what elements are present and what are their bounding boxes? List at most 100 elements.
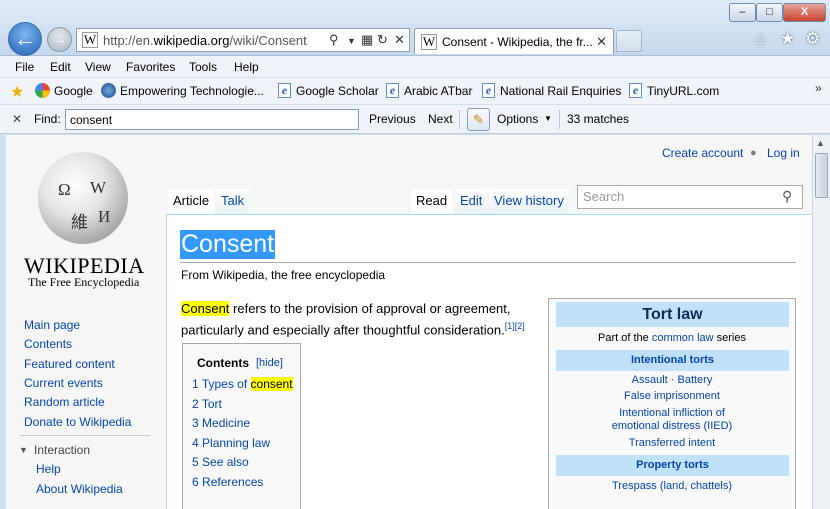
toc-title: Contents — [197, 356, 249, 370]
menu-bar: File Edit View Favorites Tools Help — [0, 56, 830, 78]
close-tab-icon[interactable]: ✕ — [596, 34, 607, 50]
chevron-down-icon[interactable]: ▼ — [19, 445, 28, 455]
find-bar: ✕ Find: Previous Next ✎ Options ▼ 33 mat… — [0, 105, 830, 134]
compatibility-icon[interactable]: ▦ — [361, 32, 373, 48]
infobox-link[interactable]: Assault · Battery — [549, 374, 795, 386]
toc-item[interactable]: 3 Medicine — [192, 416, 250, 430]
stop-icon[interactable]: ✕ — [394, 32, 405, 48]
reference-links[interactable]: [1][2] — [505, 321, 525, 331]
highlight-pen-icon[interactable]: ✎ — [467, 108, 490, 131]
menu-edit[interactable]: Edit — [50, 60, 71, 74]
sidebar-link-donate[interactable]: Donate to Wikipedia — [24, 415, 131, 429]
infobox-link[interactable]: Transferred intent — [549, 437, 795, 449]
back-arrow-icon[interactable]: ← — [8, 22, 42, 56]
menu-tools[interactable]: Tools — [189, 60, 217, 74]
sidebar-link-contents[interactable]: Contents — [24, 337, 72, 351]
close-find-icon[interactable]: ✕ — [12, 112, 22, 126]
menu-file[interactable]: File — [15, 60, 34, 74]
infobox-section-property-torts[interactable]: Property torts — [556, 455, 789, 476]
sidebar-link-current-events[interactable]: Current events — [24, 376, 103, 390]
maximize-button[interactable]: □ — [756, 3, 783, 22]
tab-view-history[interactable]: View history — [489, 189, 569, 215]
refresh-icon[interactable]: ↻ — [377, 32, 388, 48]
toc-item[interactable]: 6 References — [192, 475, 263, 489]
tab-article[interactable]: Article — [168, 189, 215, 215]
chevron-down-icon[interactable]: ▼ — [544, 114, 552, 123]
logo-glyph: W — [90, 178, 107, 197]
address-url[interactable]: http://en.wikipedia.org/wiki/Consent — [103, 33, 307, 48]
minimize-button[interactable]: – — [729, 3, 756, 22]
infobox-part-of: Part of the common law series — [598, 332, 746, 344]
login-link[interactable]: Log in — [767, 146, 800, 160]
dropdown-icon[interactable]: ▼ — [347, 36, 356, 46]
infobox-tort-law: Tort law Part of the common law series I… — [548, 298, 796, 509]
menu-view[interactable]: View — [85, 60, 111, 74]
scrollbar-thumb[interactable] — [815, 153, 828, 198]
infobox-title[interactable]: Tort law — [556, 302, 789, 327]
page-viewport[interactable]: Ω W 維 И WIKIPEDIA The Free Encyclopedia … — [6, 135, 812, 509]
infobox-link[interactable]: emotional distress (IIED) — [549, 420, 795, 432]
new-tab-button[interactable] — [616, 30, 642, 52]
search-highlight: Consent — [181, 301, 230, 316]
toc-item[interactable]: 2 Tort — [192, 397, 222, 411]
find-match-count: 33 matches — [567, 112, 630, 126]
scroll-up-icon[interactable]: ▲ — [816, 138, 825, 148]
wikipedia-globe-logo[interactable]: Ω W 維 И — [38, 152, 128, 244]
tab-edit[interactable]: Edit — [455, 189, 488, 215]
tab-talk[interactable]: Talk — [216, 189, 250, 215]
sidebar-link-main-page[interactable]: Main page — [24, 318, 80, 332]
close-window-button[interactable]: X — [783, 3, 826, 22]
divider — [459, 110, 460, 129]
toc-item[interactable]: 4 Planning law — [192, 436, 270, 450]
toc-item[interactable]: 5 See also — [192, 455, 249, 469]
search-icon[interactable]: ⚲ — [329, 32, 339, 48]
globe-icon — [101, 83, 116, 98]
find-next-button[interactable]: Next — [428, 112, 453, 126]
infobox-link[interactable]: Intentional infliction of — [549, 407, 795, 419]
favorites-star-icon[interactable]: ★ — [780, 29, 795, 49]
favorite-google-scholar[interactable]: Google Scholar — [296, 84, 379, 98]
find-label: Find: — [34, 112, 61, 126]
favorites-bar: ★ Google Empowering Technologie... e Goo… — [0, 78, 830, 105]
find-options-button[interactable]: Options — [497, 112, 538, 126]
toc-item[interactable]: 1 Types of consent — [192, 377, 293, 391]
lead-paragraph-line-2: particularly and especially after though… — [181, 321, 525, 338]
wikipedia-favicon-icon: W — [82, 32, 98, 48]
favorite-empowering-technologies[interactable]: Empowering Technologie... — [120, 84, 264, 98]
user-icon: ● — [750, 147, 757, 159]
sidebar-link-about[interactable]: About Wikipedia — [36, 482, 123, 496]
tab-consent[interactable]: W Consent - Wikipedia, the fr... ✕ — [414, 28, 614, 54]
browser-window: – □ X ← → W http://en.wikipedia.org/wiki… — [0, 0, 830, 509]
ie-page-icon: e — [386, 83, 399, 98]
menu-favorites[interactable]: Favorites — [126, 60, 175, 74]
infobox-link[interactable]: Trespass (land, chattels) — [549, 480, 795, 492]
find-previous-button[interactable]: Previous — [369, 112, 416, 126]
infobox-link[interactable]: False imprisonment — [549, 390, 795, 402]
create-account-link[interactable]: Create account — [662, 146, 743, 160]
address-bar[interactable]: W http://en.wikipedia.org/wiki/Consent ⚲… — [76, 28, 410, 52]
page-scrollbar[interactable]: ▲ — [812, 135, 830, 509]
common-law-link[interactable]: common law — [652, 332, 714, 344]
chevron-more-icon[interactable]: » — [815, 81, 822, 95]
favorite-google[interactable]: Google — [54, 84, 93, 98]
find-input[interactable] — [65, 109, 359, 130]
favorite-national-rail-enquiries[interactable]: National Rail Enquiries — [500, 84, 621, 98]
forward-arrow-icon[interactable]: → — [47, 27, 72, 52]
favorite-tinyurl[interactable]: TinyURL.com — [647, 84, 719, 98]
sidebar-section-interaction[interactable]: Interaction — [34, 443, 90, 457]
ie-page-icon: e — [278, 83, 291, 98]
home-icon[interactable]: ⌂ — [755, 29, 765, 49]
menu-help[interactable]: Help — [234, 60, 259, 74]
search-icon[interactable]: ⚲ — [782, 188, 792, 205]
sidebar-link-help[interactable]: Help — [36, 462, 61, 476]
sidebar-link-featured-content[interactable]: Featured content — [24, 357, 115, 371]
infobox-section-intentional-torts[interactable]: Intentional torts — [556, 350, 789, 371]
favorite-arabic-atbar[interactable]: Arabic ATbar — [404, 84, 472, 98]
toc-hide-link[interactable]: [hide] — [256, 357, 283, 369]
favorites-star-add-icon[interactable]: ★ — [10, 82, 24, 102]
sidebar-link-random-article[interactable]: Random article — [24, 395, 105, 409]
tools-gear-icon[interactable]: ⚙ — [805, 29, 820, 49]
ie-page-icon: e — [629, 83, 642, 98]
search-input[interactable]: Search ⚲ — [577, 185, 803, 209]
tab-read[interactable]: Read — [411, 189, 453, 215]
